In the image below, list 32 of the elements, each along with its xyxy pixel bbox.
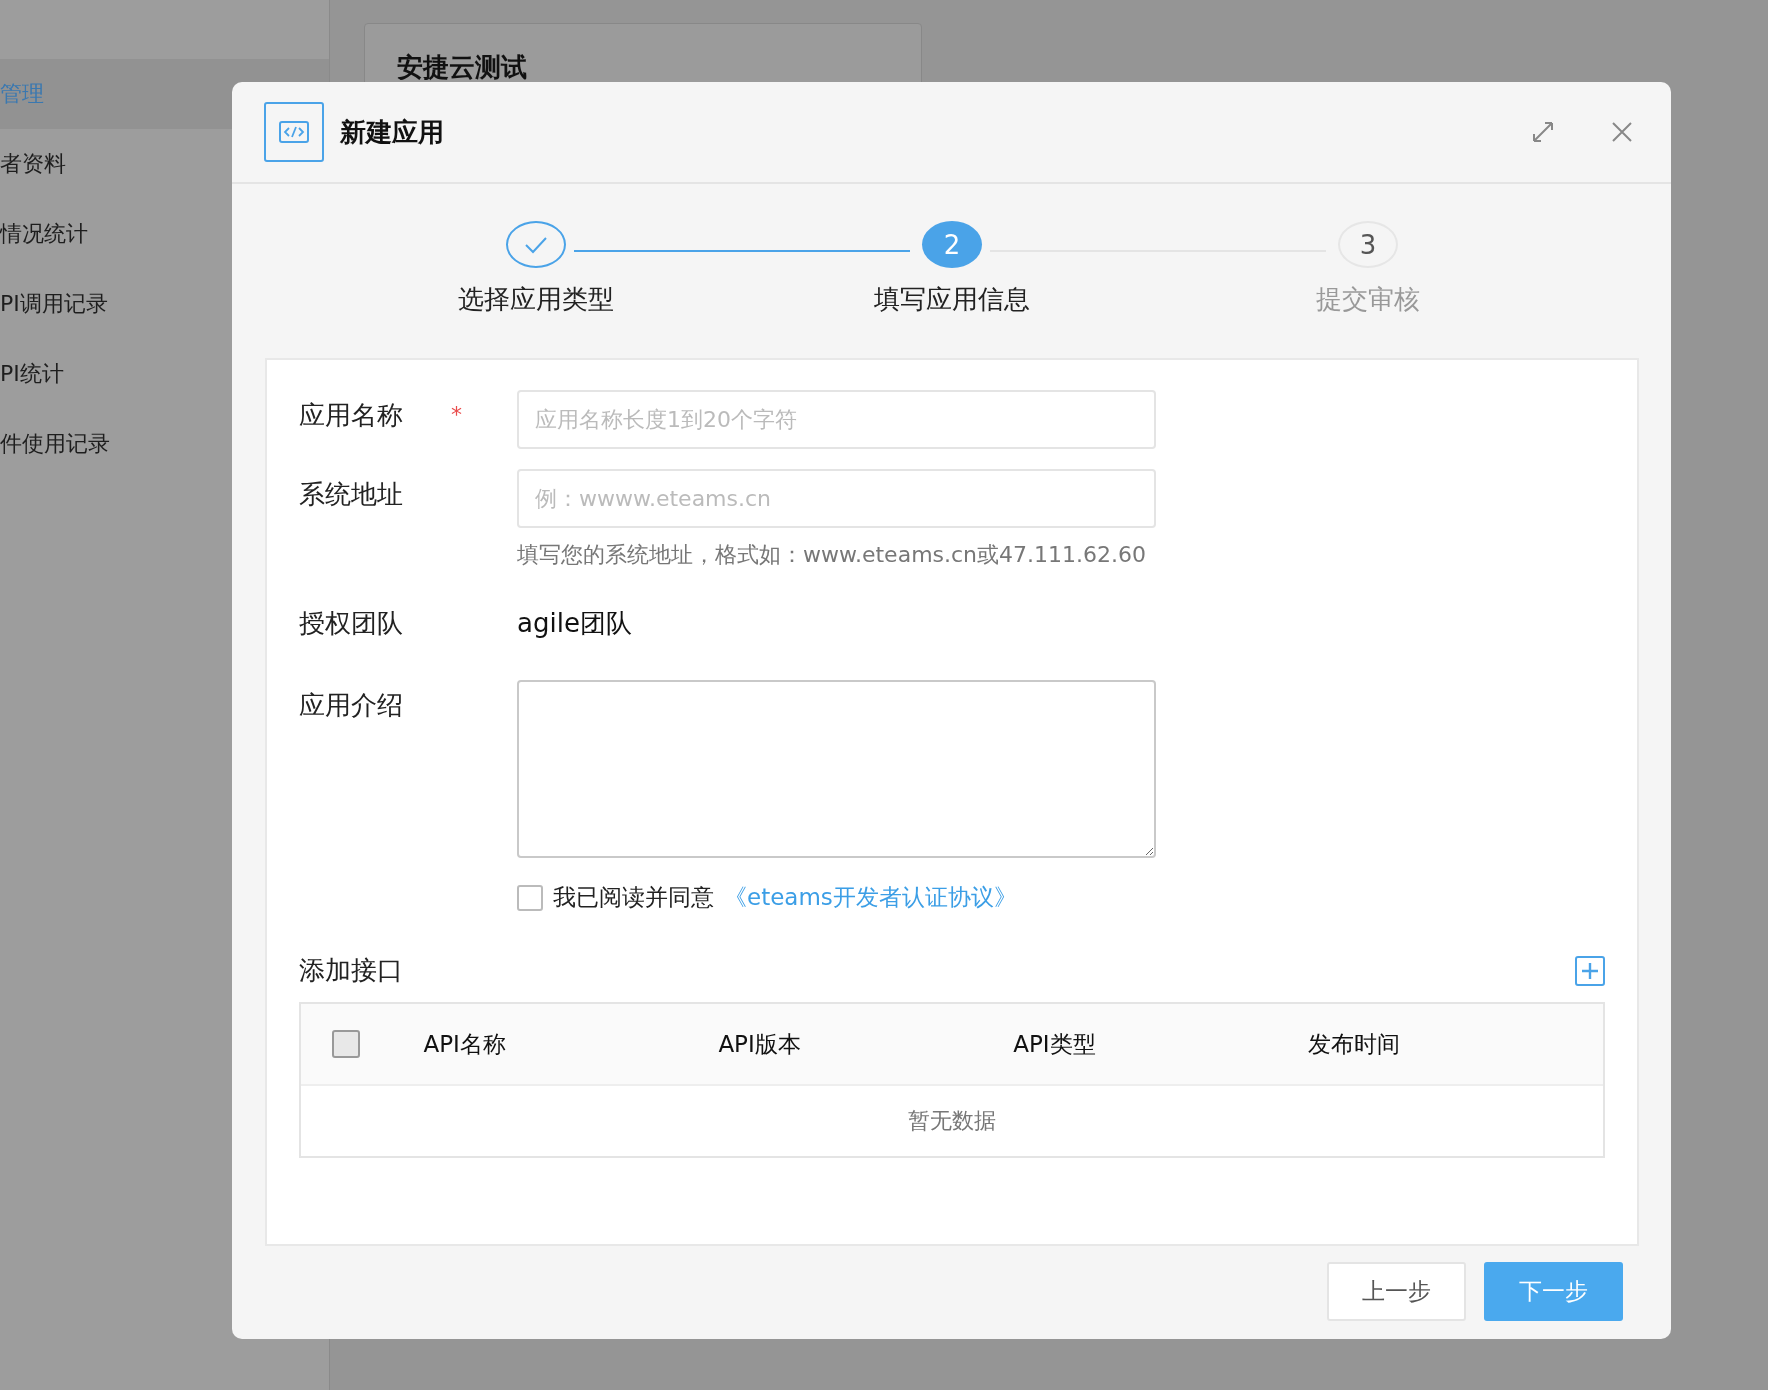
select-all-checkbox[interactable] <box>332 1030 360 1058</box>
required-mark: * <box>451 402 462 427</box>
step-label: 填写应用信息 <box>874 283 1030 316</box>
field-label: 应用名称 <box>299 399 404 432</box>
close-icon[interactable] <box>1611 121 1633 143</box>
column-header: API类型 <box>1013 1030 1096 1057</box>
field-label: 应用介绍 <box>299 689 404 722</box>
check-icon <box>524 235 548 254</box>
card-title: 安捷云测试 <box>397 52 527 82</box>
field-label: 授权团队 <box>299 607 404 640</box>
column-header: 发布时间 <box>1308 1030 1401 1057</box>
step-label: 提交审核 <box>1316 283 1420 316</box>
agreement-checkbox[interactable] <box>517 884 543 911</box>
back-button[interactable]: 上一步 <box>1327 1262 1466 1321</box>
field-value: agile团队 <box>517 607 632 640</box>
text-field[interactable]: 例：wwww.eteams.cn <box>517 469 1156 528</box>
code-icon <box>264 102 324 162</box>
agreement-text: 我已阅读并同意 <box>553 883 714 912</box>
step-circle: 3 <box>1338 221 1398 268</box>
section-title: 添加接口 <box>299 954 403 987</box>
expand-icon[interactable] <box>1531 120 1555 144</box>
column-header: API版本 <box>718 1030 801 1057</box>
empty-text: 暂无数据 <box>908 1107 996 1135</box>
column-header: API名称 <box>423 1030 506 1057</box>
textarea-field[interactable] <box>517 680 1156 858</box>
text-field[interactable]: 应用名称长度1到20个字符 <box>517 390 1156 449</box>
step-circle: 2 <box>922 221 982 268</box>
add-icon[interactable] <box>1575 955 1605 986</box>
hint-text: 填写您的系统地址，格式如：www.eteams.cn或47.111.62.60 <box>517 541 1147 569</box>
field-label: 系统地址 <box>299 478 404 511</box>
step-label: 选择应用类型 <box>458 283 614 316</box>
dialog-title: 新建应用 <box>340 115 445 149</box>
